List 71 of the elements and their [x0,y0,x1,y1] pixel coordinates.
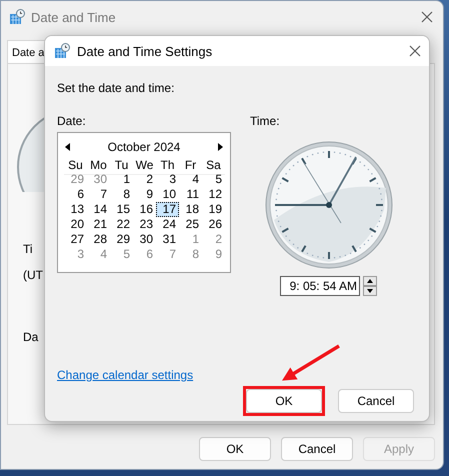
button[interactable]: Cancel [281,437,353,461]
calendar-day[interactable]: 19 [202,202,225,217]
calendar-day[interactable]: 7 [156,247,179,262]
calendar-day[interactable]: 31 [156,232,179,247]
dialog-title: Date and Time Settings [77,44,212,58]
calendar-day[interactable]: 4 [87,247,110,262]
calendar-day[interactable]: 6 [64,187,87,202]
calendar-day[interactable]: 28 [87,232,110,247]
previous-month-icon[interactable] [65,143,70,151]
calendar-day[interactable]: 15 [110,202,133,217]
close-icon[interactable] [421,11,433,23]
weekday-label: We [133,157,156,175]
calendar-day[interactable]: 26 [202,217,225,232]
label: Da [23,330,38,344]
calendar-day[interactable]: 1 [110,172,133,187]
calendar-day[interactable]: 9 [202,247,225,262]
calendar-day[interactable]: 3 [64,247,87,262]
calendar-day[interactable]: 17 [156,202,179,217]
weekday-label: Fr [179,157,202,175]
close-icon[interactable] [409,45,421,57]
weekday-label: Sa [202,157,225,175]
label: Ti [23,242,33,256]
calendar-day[interactable]: 11 [179,187,202,202]
weekday-label: Th [156,157,179,175]
instruction-text: Set the date and time: [57,81,176,95]
calendar-day[interactable]: 13 [64,202,87,217]
calendar-day[interactable]: 21 [87,217,110,232]
calendar-day[interactable]: 8 [179,247,202,262]
calendar-day[interactable]: 10 [156,187,179,202]
spinner-icon[interactable] [363,276,377,296]
calendar-day[interactable]: 12 [202,187,225,202]
label: (UT [23,268,43,282]
calendar-clock-icon [54,43,70,59]
weekday-label: Mo [87,157,110,175]
calendar-day[interactable]: 2 [202,232,225,247]
button[interactable]: OK [246,389,322,413]
link[interactable]: Change calendar settings [57,368,194,382]
calendar-day[interactable]: 7 [87,187,110,202]
calendar-day[interactable]: 9 [133,187,156,202]
label: Time: [250,114,280,128]
month-title: October 2024 [108,140,180,154]
calendar-day[interactable]: 29 [64,172,87,187]
calendar-day[interactable]: 25 [179,217,202,232]
calendar-day[interactable]: 5 [202,172,225,187]
calendar-day[interactable]: 1 [179,232,202,247]
calendar-clock-icon [9,9,25,25]
calendar-day[interactable]: 4 [179,172,202,187]
calendar-day[interactable]: 5 [110,247,133,262]
calendar-day[interactable]: 24 [156,217,179,232]
button[interactable]: Cancel [338,389,414,413]
calendar-day[interactable]: 30 [133,232,156,247]
calendar-day[interactable]: 27 [64,232,87,247]
calendar-day[interactable]: 29 [110,232,133,247]
calendar-day[interactable]: 6 [133,247,156,262]
calendar-day[interactable]: 3 [156,172,179,187]
calendar-day[interactable]: 20 [64,217,87,232]
calendar-day[interactable]: 14 [87,202,110,217]
window-title: Date and Time [31,10,116,24]
weekday-label: Tu [110,157,133,175]
time-field[interactable]: 9: 05: 54 AM [280,276,360,296]
next-month-icon[interactable] [218,143,223,151]
calendar-day[interactable]: 22 [110,217,133,232]
calendar-day[interactable]: 8 [110,187,133,202]
button[interactable]: OK [199,437,271,461]
label: Date: [57,114,87,128]
calendar-day[interactable]: 23 [133,217,156,232]
calendar-day[interactable]: 16 [133,202,156,217]
calendar-day[interactable]: 2 [133,172,156,187]
calendar-day[interactable]: 18 [179,202,202,217]
calendar-day[interactable]: 30 [87,172,110,187]
weekday-label: Su [64,157,87,175]
